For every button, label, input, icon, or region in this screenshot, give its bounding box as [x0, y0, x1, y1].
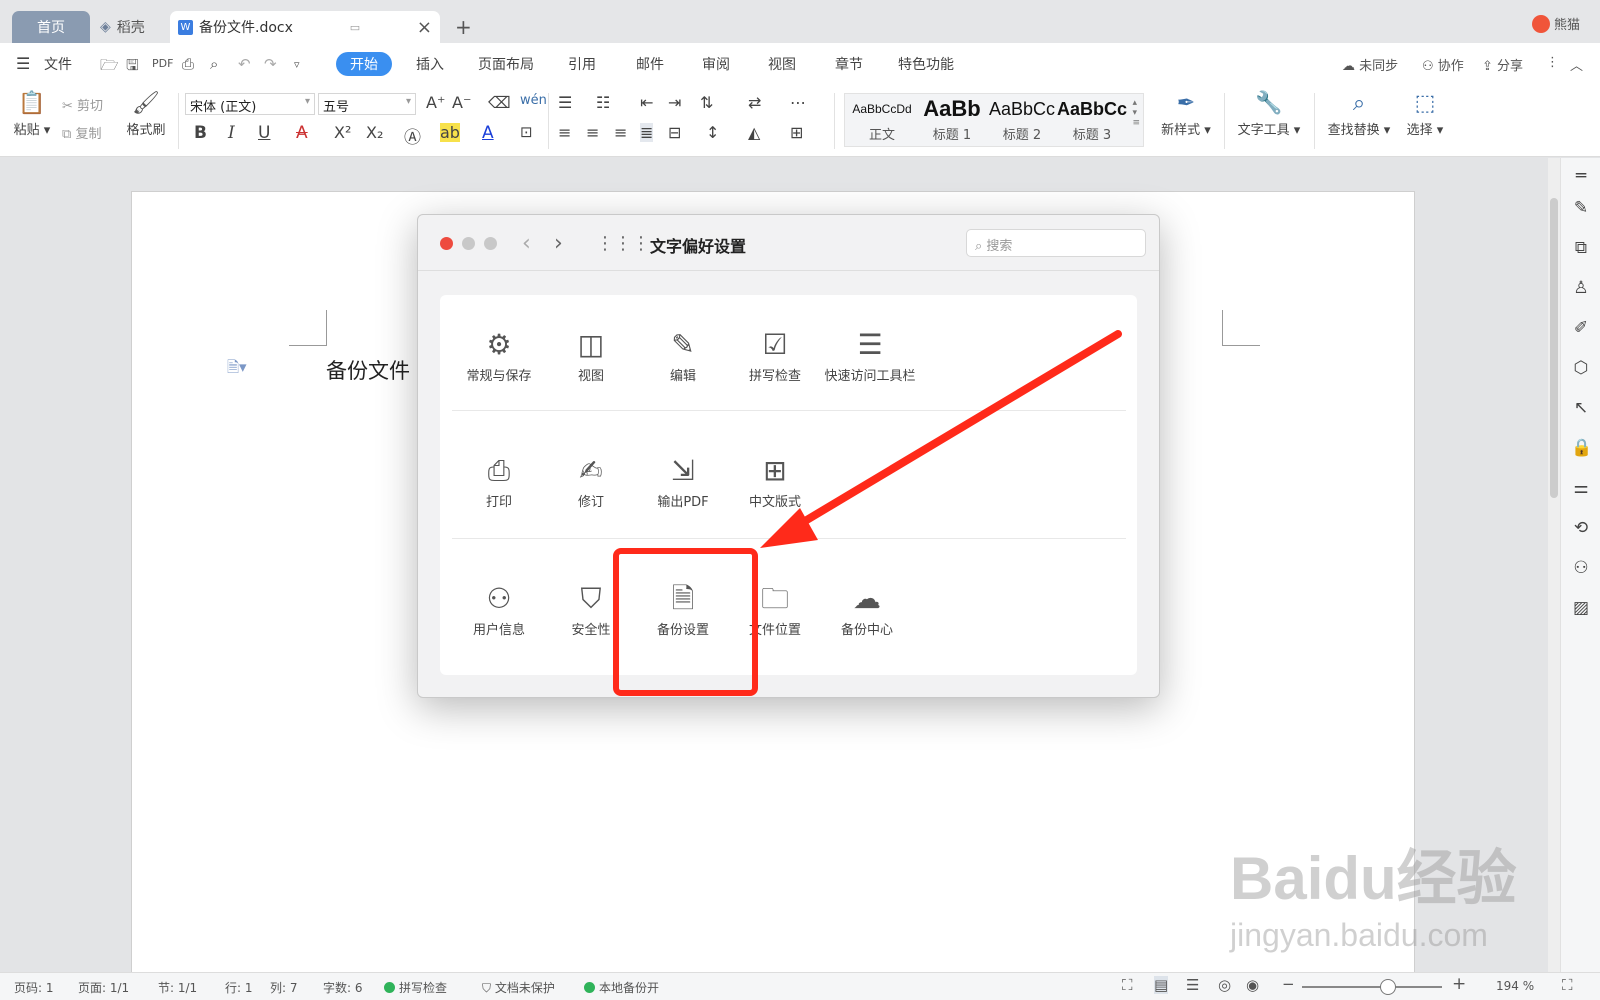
- annotation-arrow: [760, 330, 1122, 548]
